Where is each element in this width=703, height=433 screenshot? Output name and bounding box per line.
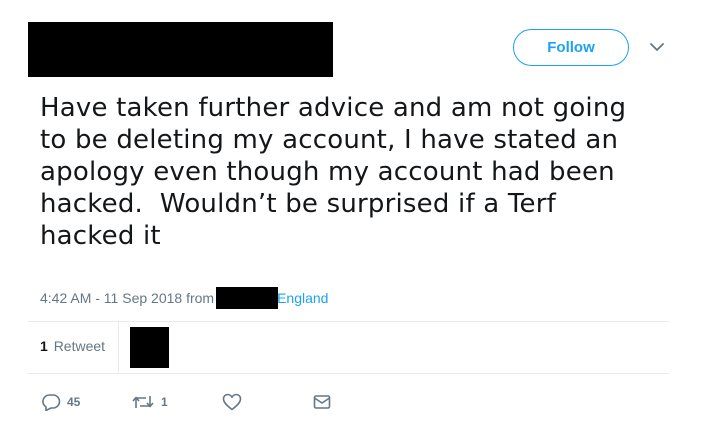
chevron-down-icon[interactable] (648, 40, 666, 54)
redacted-author-block (28, 22, 333, 77)
retweet-icon (132, 396, 154, 408)
redacted-retweeter-avatar (130, 327, 169, 368)
tweet-location[interactable]: England (277, 290, 328, 306)
follow-button[interactable]: Follow (513, 29, 629, 66)
heart-icon (222, 393, 242, 411)
retweet-button[interactable]: 1 (131, 393, 168, 411)
retweet-action-count: 1 (161, 395, 168, 409)
redacted-source (216, 287, 279, 309)
tweet-timestamp[interactable]: 4:42 AM - 11 Sep 2018 from (40, 290, 214, 306)
direct-message-button[interactable] (312, 393, 332, 411)
retweet-stat-label: Retweet (53, 338, 106, 354)
reply-icon (42, 394, 61, 411)
follow-button-label: Follow (547, 39, 595, 56)
envelope-icon (313, 395, 331, 409)
divider (28, 321, 669, 322)
tweet-metadata: 4:42 AM - 11 Sep 2018 from England (40, 287, 328, 309)
divider (28, 373, 669, 374)
reply-count: 45 (67, 395, 81, 409)
stat-separator (118, 322, 119, 373)
reply-button[interactable]: 45 (41, 393, 80, 411)
tweet-text: Have taken further advice and am not goi… (40, 93, 627, 251)
retweet-stat-count: 1 (40, 338, 48, 354)
retweet-stat[interactable]: 1 Retweet (40, 338, 105, 354)
like-button[interactable] (222, 393, 242, 411)
